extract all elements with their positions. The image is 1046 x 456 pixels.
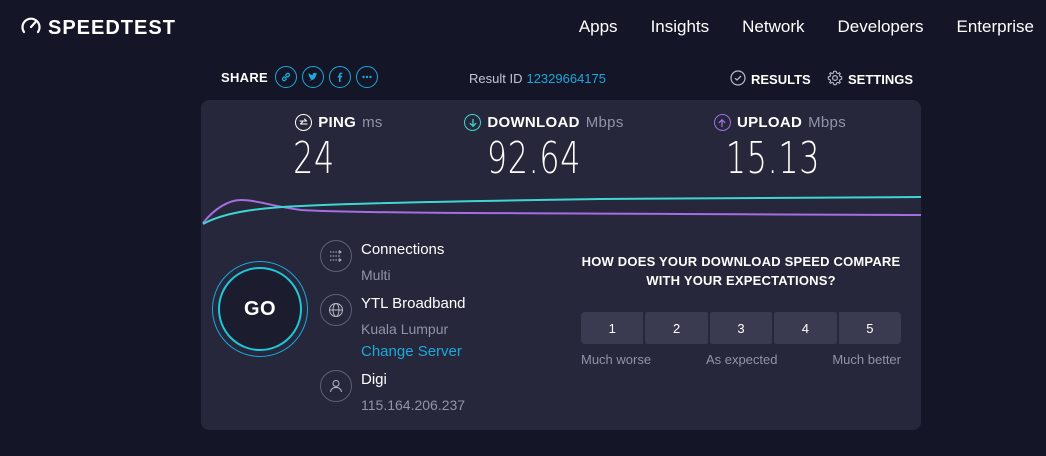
connections-info: Connections Multi <box>320 240 444 285</box>
nav-developers[interactable]: Developers <box>838 17 924 37</box>
go-button[interactable]: GO <box>218 267 302 351</box>
nav-apps[interactable]: Apps <box>579 17 618 37</box>
rating-3-button[interactable]: 3 <box>709 312 773 344</box>
connections-icon <box>320 240 352 272</box>
upload-unit: Mbps <box>808 114 847 131</box>
rating-buttons: 1 2 3 4 5 <box>581 312 902 344</box>
globe-icon <box>320 294 352 326</box>
survey-question-line1: HOW DOES YOUR DOWNLOAD SPEED COMPARE <box>581 254 901 269</box>
server-name: YTL Broadband <box>361 295 466 312</box>
share-label: SHARE <box>221 69 269 85</box>
user-icon <box>320 370 352 402</box>
speed-graph <box>202 196 921 225</box>
ping-icon <box>295 114 313 131</box>
isp-ip: 115.164.206.237 <box>361 397 466 413</box>
nav-insights[interactable]: Insights <box>651 17 710 37</box>
rating-scale: Much worse As expected Much better <box>581 352 901 367</box>
download-label: DOWNLOAD <box>487 114 580 131</box>
rating-5-button[interactable]: 5 <box>838 312 902 344</box>
rating-1-button[interactable]: 1 <box>581 312 644 344</box>
main-nav: Apps Insights Network Developers Enterpr… <box>579 17 1034 37</box>
settings-button[interactable]: SETTINGS <box>827 70 913 89</box>
rating-2-button[interactable]: 2 <box>645 312 708 344</box>
upload-arrow-icon <box>713 114 731 131</box>
upload-graph-line <box>202 198 921 224</box>
upload-metric: UPLOAD Mbps 15.13 <box>707 114 853 185</box>
result-id-label: Result ID <box>469 71 523 86</box>
share-group: SHARE <box>221 66 379 88</box>
twitter-icon[interactable] <box>302 66 325 88</box>
connections-title: Connections <box>361 241 445 258</box>
download-unit: Mbps <box>585 114 624 131</box>
scale-high-label: Much better <box>832 352 901 367</box>
survey-question-line2: WITH YOUR EXPECTATIONS? <box>646 273 836 288</box>
ping-label: PING <box>318 114 357 131</box>
check-circle-icon <box>730 70 746 89</box>
result-id: Result ID 12329664175 <box>469 71 606 86</box>
survey-question: HOW DOES YOUR DOWNLOAD SPEED COMPARE WIT… <box>581 252 901 290</box>
nav-enterprise[interactable]: Enterprise <box>957 17 1034 37</box>
ping-unit: ms <box>362 114 383 131</box>
speedtest-logo[interactable]: SPEEDTEST <box>20 16 176 40</box>
results-label: RESULTS <box>751 72 811 87</box>
speedometer-icon <box>20 15 42 42</box>
download-metric: DOWNLOAD Mbps 92.64 <box>459 114 629 185</box>
link-icon[interactable] <box>275 66 298 88</box>
server-location: Kuala Lumpur <box>361 321 449 337</box>
top-header: SPEEDTEST Apps Insights Network Develope… <box>0 0 1046 56</box>
nav-network[interactable]: Network <box>742 17 804 37</box>
gear-icon <box>827 70 843 89</box>
settings-label: SETTINGS <box>848 72 914 87</box>
isp-name: Digi <box>361 371 387 388</box>
facebook-icon[interactable] <box>329 66 352 88</box>
speed-survey: HOW DOES YOUR DOWNLOAD SPEED COMPARE WIT… <box>581 252 902 367</box>
go-button-ring: GO <box>212 261 308 357</box>
ping-metric: PING ms 24 <box>289 114 389 185</box>
result-toolbar: SHARE Result ID 12329664175 RESULTS SETTI… <box>201 66 921 92</box>
download-arrow-icon <box>464 114 482 131</box>
connections-value[interactable]: Multi <box>361 265 444 285</box>
scale-mid-label: As expected <box>705 352 778 367</box>
result-card: PING ms 24 DOWNLOAD Mbps 92.64 UPLOAD Mb… <box>201 100 921 430</box>
upload-label: UPLOAD <box>736 114 803 131</box>
more-icon[interactable] <box>356 66 379 88</box>
results-button[interactable]: RESULTS <box>730 70 811 89</box>
logo-text: SPEEDTEST <box>48 16 176 39</box>
change-server-link[interactable]: Change Server <box>361 342 466 362</box>
isp-info: Digi 115.164.206.237 <box>320 370 465 415</box>
result-id-link[interactable]: 12329664175 <box>526 71 606 86</box>
server-info: YTL Broadband Kuala Lumpur Change Server <box>320 294 466 362</box>
scale-low-label: Much worse <box>581 352 652 367</box>
rating-4-button[interactable]: 4 <box>774 312 837 344</box>
